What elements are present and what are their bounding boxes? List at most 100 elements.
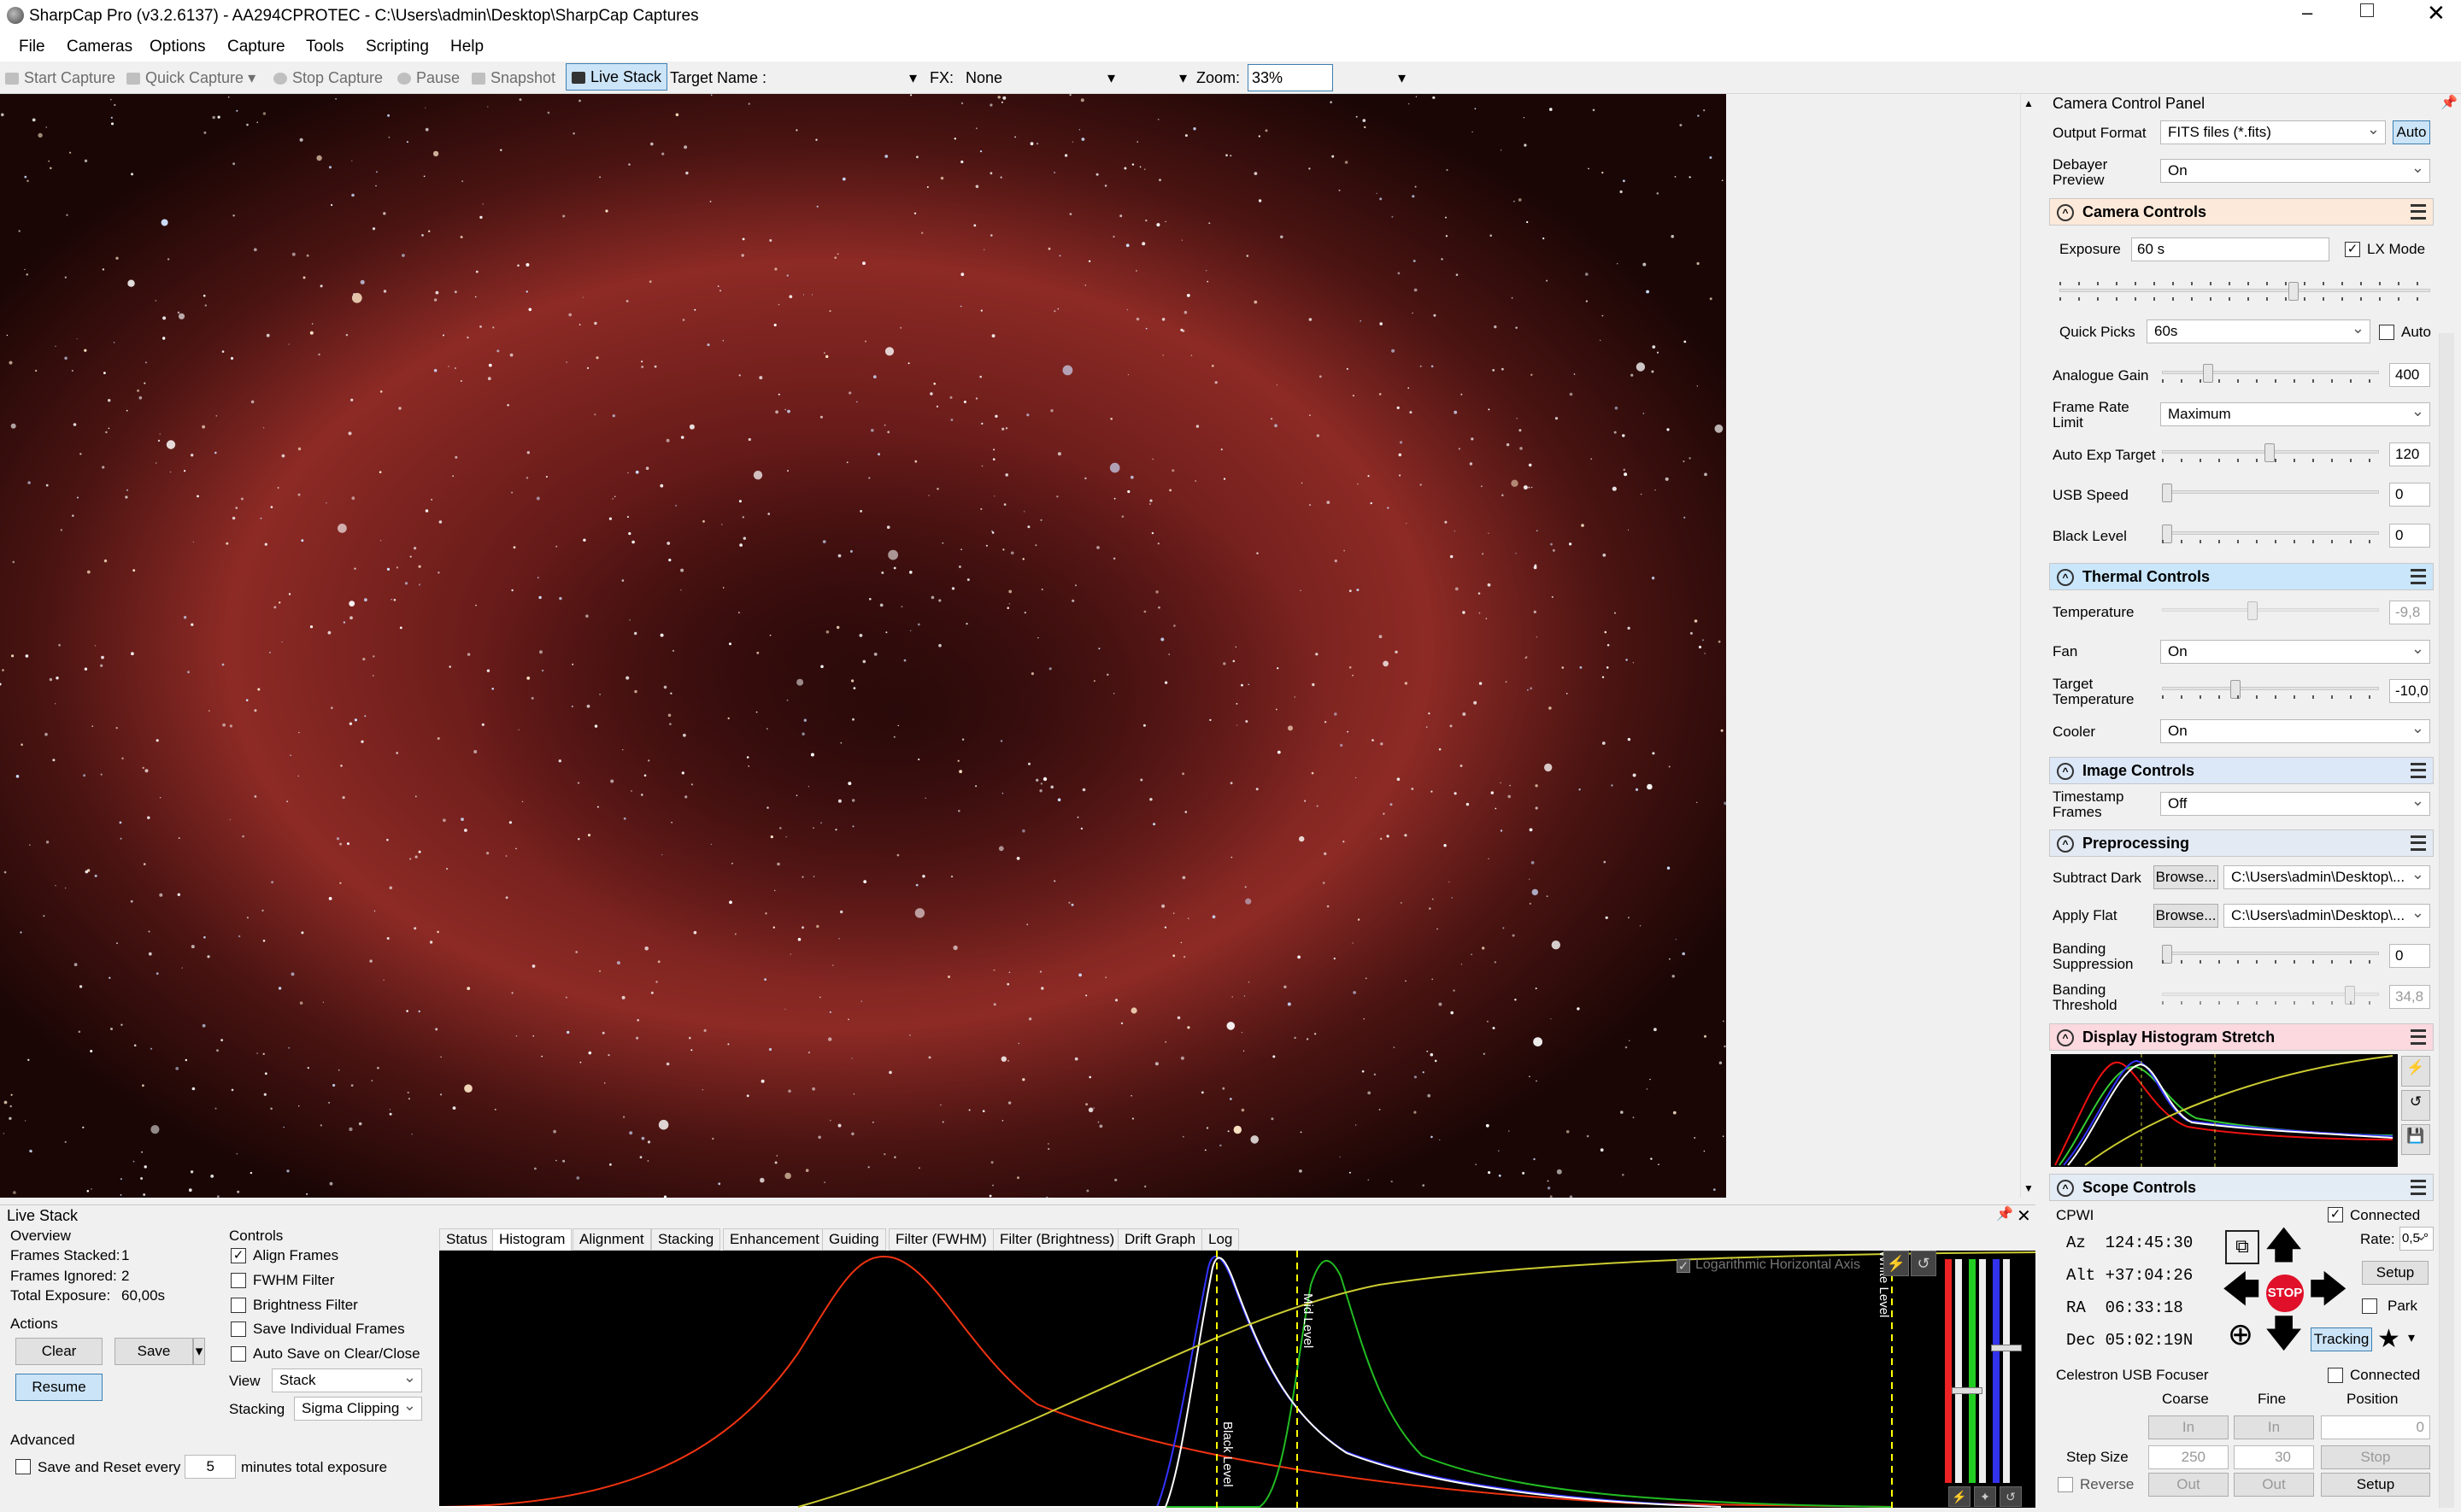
- fine-out-button[interactable]: Out: [2234, 1473, 2314, 1497]
- menu-icon[interactable]: [2411, 1180, 2426, 1195]
- tab-enhancement[interactable]: Enhancement: [723, 1228, 826, 1251]
- fx-select[interactable]: None: [966, 67, 1119, 89]
- log-axis-checkbox[interactable]: ✓: [1677, 1259, 1690, 1273]
- reset-stretch-icon[interactable]: ↺: [2401, 1090, 2430, 1121]
- auto-exp-slider[interactable]: [2162, 443, 2379, 464]
- auto-exp-input[interactable]: 120: [2389, 442, 2430, 466]
- zoom-input[interactable]: 33%: [1248, 64, 1333, 91]
- resume-button[interactable]: Resume: [15, 1374, 103, 1401]
- tab-filter-fwhm[interactable]: Filter (FWHM): [889, 1228, 994, 1251]
- menu-options[interactable]: Options: [150, 32, 205, 62]
- focuser-setup-button[interactable]: Setup: [2321, 1473, 2430, 1497]
- usb-speed-slider[interactable]: [2162, 483, 2379, 504]
- red-channel-bar[interactable]: [1945, 1259, 1952, 1483]
- output-format-select[interactable]: FITS files (*.fits): [2160, 120, 2386, 144]
- camera-controls-header[interactable]: ^ Camera Controls: [2049, 198, 2434, 226]
- stop-button[interactable]: STOP: [2266, 1275, 2304, 1312]
- goto-icon[interactable]: ⧉: [2225, 1230, 2259, 1264]
- target-temp-slider[interactable]: [2162, 680, 2379, 700]
- menu-file[interactable]: File: [19, 32, 45, 62]
- east-arrow-icon[interactable]: 🡆: [2309, 1271, 2347, 1309]
- reverse-checkbox[interactable]: [2058, 1477, 2073, 1492]
- tab-alignment[interactable]: Alignment: [573, 1228, 651, 1251]
- tab-filter-brightness[interactable]: Filter (Brightness): [993, 1228, 1122, 1251]
- exposure-input[interactable]: 60 s: [2131, 237, 2329, 261]
- apply-flat-select[interactable]: C:\Users\admin\Desktop\...: [2223, 904, 2430, 928]
- menu-icon[interactable]: [2411, 1029, 2426, 1045]
- star-icon[interactable]: ★: [2377, 1324, 2400, 1354]
- close-live-stack-icon[interactable]: ✕: [2017, 1205, 2031, 1227]
- collapse-icon[interactable]: ^: [2057, 835, 2074, 853]
- menu-tools[interactable]: Tools: [306, 32, 344, 62]
- view-select[interactable]: Stack: [272, 1368, 422, 1392]
- focuser-stop-button[interactable]: Stop: [2321, 1445, 2430, 1469]
- pin-icon[interactable]: 📌: [1996, 1205, 2013, 1222]
- home-icon[interactable]: ⊕: [2223, 1317, 2258, 1351]
- black-level-slider[interactable]: [2162, 525, 2379, 545]
- scope-connected-checkbox[interactable]: ✓: [2328, 1207, 2343, 1222]
- start-capture-button[interactable]: Start Capture: [5, 67, 115, 89]
- tab-guiding[interactable]: Guiding: [822, 1228, 886, 1251]
- reset-balance-icon[interactable]: ↺: [2000, 1486, 2022, 1507]
- collapse-icon[interactable]: ^: [2057, 1029, 2074, 1046]
- reset-icon[interactable]: ↺: [1911, 1251, 1936, 1276]
- auto-save-checkbox[interactable]: [231, 1346, 246, 1362]
- brightness-filter-checkbox[interactable]: [231, 1298, 246, 1313]
- green-channel-bar[interactable]: [1969, 1259, 1976, 1483]
- focuser-connected-checkbox[interactable]: [2328, 1368, 2343, 1383]
- subtract-dark-select[interactable]: C:\Users\admin\Desktop\...: [2223, 865, 2430, 889]
- auto-stretch-icon[interactable]: ⚡: [1883, 1251, 1909, 1276]
- save-individual-checkbox[interactable]: [231, 1322, 246, 1337]
- histogram-stretch-header[interactable]: ^ Display Histogram Stretch: [2049, 1023, 2434, 1051]
- white-channel-bar[interactable]: [1955, 1259, 1962, 1483]
- viewer-scrollbar[interactable]: ▲ ▼: [2020, 94, 2035, 1198]
- stop-capture-button[interactable]: Stop Capture: [273, 67, 383, 89]
- save-stretch-icon[interactable]: 💾: [2401, 1124, 2430, 1155]
- scope-setup-button[interactable]: Setup: [2362, 1261, 2429, 1285]
- north-arrow-icon[interactable]: 🡅: [2264, 1227, 2303, 1264]
- exposure-slider[interactable]: [2059, 282, 2430, 302]
- channel-slider-thumb-2[interactable]: [1991, 1345, 2022, 1351]
- auto-button[interactable]: Auto: [2393, 120, 2430, 144]
- save-reset-minutes-input[interactable]: 5: [185, 1455, 236, 1479]
- live-stack-button[interactable]: Live Stack: [566, 63, 668, 91]
- live-stack-histogram[interactable]: Black Level Mid Level White Level ✓ Loga…: [438, 1251, 2036, 1508]
- fx-dropdown-icon[interactable]: ▾: [1107, 67, 1115, 89]
- west-arrow-icon[interactable]: 🡄: [2222, 1271, 2260, 1309]
- frame-rate-select[interactable]: Maximum: [2160, 402, 2430, 426]
- menu-capture[interactable]: Capture: [227, 32, 285, 62]
- menu-help[interactable]: Help: [450, 32, 484, 62]
- auto-stretch-icon[interactable]: ⚡: [2401, 1056, 2430, 1087]
- fine-in-button[interactable]: In: [2234, 1415, 2314, 1439]
- fine-step-input[interactable]: 30: [2234, 1445, 2314, 1469]
- close-icon[interactable]: ✕: [2427, 0, 2446, 26]
- analogue-gain-input[interactable]: 400: [2389, 363, 2430, 387]
- white-channel-bar-2[interactable]: [1979, 1259, 1986, 1483]
- overlay-dropdown-icon[interactable]: ▾: [1179, 67, 1187, 89]
- save-dropdown-icon[interactable]: ▾: [193, 1338, 205, 1365]
- lx-mode-checkbox[interactable]: ✓: [2345, 242, 2360, 257]
- analogue-gain-slider[interactable]: [2162, 364, 2379, 384]
- cooler-select[interactable]: On: [2160, 719, 2430, 743]
- quick-capture-button[interactable]: Quick Capture ▾: [126, 67, 255, 89]
- banding-supp-slider[interactable]: [2162, 945, 2379, 965]
- tab-status[interactable]: Status: [439, 1228, 495, 1251]
- south-arrow-icon[interactable]: 🡇: [2264, 1316, 2303, 1353]
- park-checkbox[interactable]: [2362, 1298, 2377, 1314]
- menu-icon[interactable]: [2411, 835, 2426, 851]
- collapse-icon[interactable]: ^: [2057, 1180, 2074, 1197]
- thermal-controls-header[interactable]: ^ Thermal Controls: [2049, 563, 2434, 590]
- blue-channel-bar[interactable]: [1993, 1259, 2000, 1483]
- stacking-select[interactable]: Sigma Clipping: [294, 1397, 422, 1421]
- tab-stacking[interactable]: Stacking: [651, 1228, 721, 1251]
- menu-icon[interactable]: [2411, 763, 2426, 778]
- scope-controls-header[interactable]: ^ Scope Controls: [2049, 1174, 2434, 1201]
- sparkle-icon[interactable]: ✦: [1974, 1486, 1996, 1507]
- restore-icon[interactable]: [2360, 3, 2374, 17]
- banding-supp-input[interactable]: 0: [2389, 944, 2430, 968]
- auto-balance-icon[interactable]: ⚡: [1948, 1486, 1971, 1507]
- debayer-select[interactable]: On: [2160, 159, 2430, 183]
- quick-picks-select[interactable]: 60s: [2147, 319, 2370, 343]
- align-frames-checkbox[interactable]: ✓: [231, 1248, 246, 1263]
- coarse-in-button[interactable]: In: [2148, 1415, 2229, 1439]
